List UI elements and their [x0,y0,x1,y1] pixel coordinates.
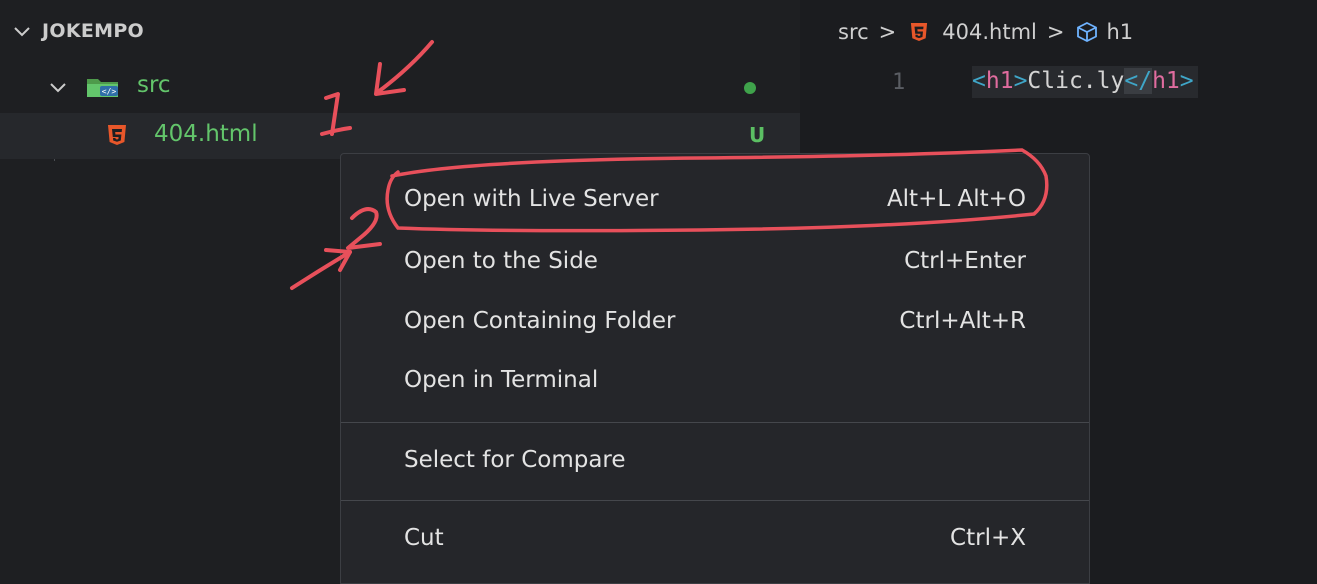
code-line[interactable]: <h1>Clic.ly</h1> [972,66,1198,98]
menu-separator [341,422,1089,423]
explorer-root-header[interactable]: JOKEMPO [0,14,800,50]
line-number: 1 [892,70,906,95]
explorer-root-title: JOKEMPO [42,20,145,42]
context-menu: Open with Live Server Alt+L Alt+O Open t… [340,153,1090,584]
menu-item-label: Select for Compare [404,447,626,473]
code-open-bracket: < [972,68,986,94]
breadcrumb-separator: > [878,20,897,44]
code-close-tag-name: h1 [1152,68,1180,94]
menu-item-open-containing-folder[interactable]: Open Containing Folder Ctrl+Alt+R [341,294,1089,352]
html5-icon [108,125,126,145]
menu-item-select-for-compare[interactable]: Select for Compare [341,433,1089,491]
menu-item-label: Open with Live Server [404,186,659,212]
code-tag-name: h1 [985,68,1014,94]
code-text: Clic.ly [1027,68,1125,94]
code-close-bracket-end: > [1179,68,1194,94]
menu-item-open-with-live-server[interactable]: Open with Live Server Alt+L Alt+O [341,172,1089,230]
tree-item-label: src [137,72,171,98]
chevron-down-icon [14,27,30,37]
menu-item-open-in-terminal[interactable]: Open in Terminal [341,353,1089,411]
tree-item-src-folder[interactable]: </> src [0,65,800,111]
chevron-down-icon [50,83,66,93]
code-close-bracket: </ [1124,68,1153,94]
git-untracked-badge: U [749,123,766,147]
code-open-bracket-end: > [1013,68,1028,94]
menu-item-label: Open to the Side [404,248,598,274]
vscode-window: JOKEMPO </> src 404.html U src > 404.htm… [0,0,1317,584]
menu-item-shortcut: Alt+L Alt+O [886,186,1026,212]
tree-item-label: 404.html [154,121,258,147]
symbol-cube-icon [1077,21,1098,43]
menu-item-shortcut: Ctrl+X [950,525,1026,551]
menu-item-cut[interactable]: Cut Ctrl+X [341,511,1089,569]
menu-separator [341,500,1089,501]
menu-item-label: Cut [404,525,444,551]
html5-icon [911,23,928,41]
breadcrumb-separator: > [1046,20,1065,44]
git-modified-dot-icon [744,82,756,94]
breadcrumb-symbol[interactable]: h1 [1106,20,1133,44]
breadcrumb: src > 404.html > h1 [838,14,1133,50]
menu-item-shortcut: Ctrl+Alt+R [899,308,1026,334]
menu-item-label: Open in Terminal [404,367,599,393]
menu-item-shortcut: Ctrl+Enter [904,248,1026,274]
breadcrumb-folder[interactable]: src [838,20,869,44]
menu-item-open-to-the-side[interactable]: Open to the Side Ctrl+Enter [341,234,1089,292]
breadcrumb-file[interactable]: 404.html [942,20,1037,44]
menu-item-label: Open Containing Folder [404,308,676,334]
source-folder-icon: </> [87,79,118,97]
svg-text:</>: </> [102,87,117,96]
